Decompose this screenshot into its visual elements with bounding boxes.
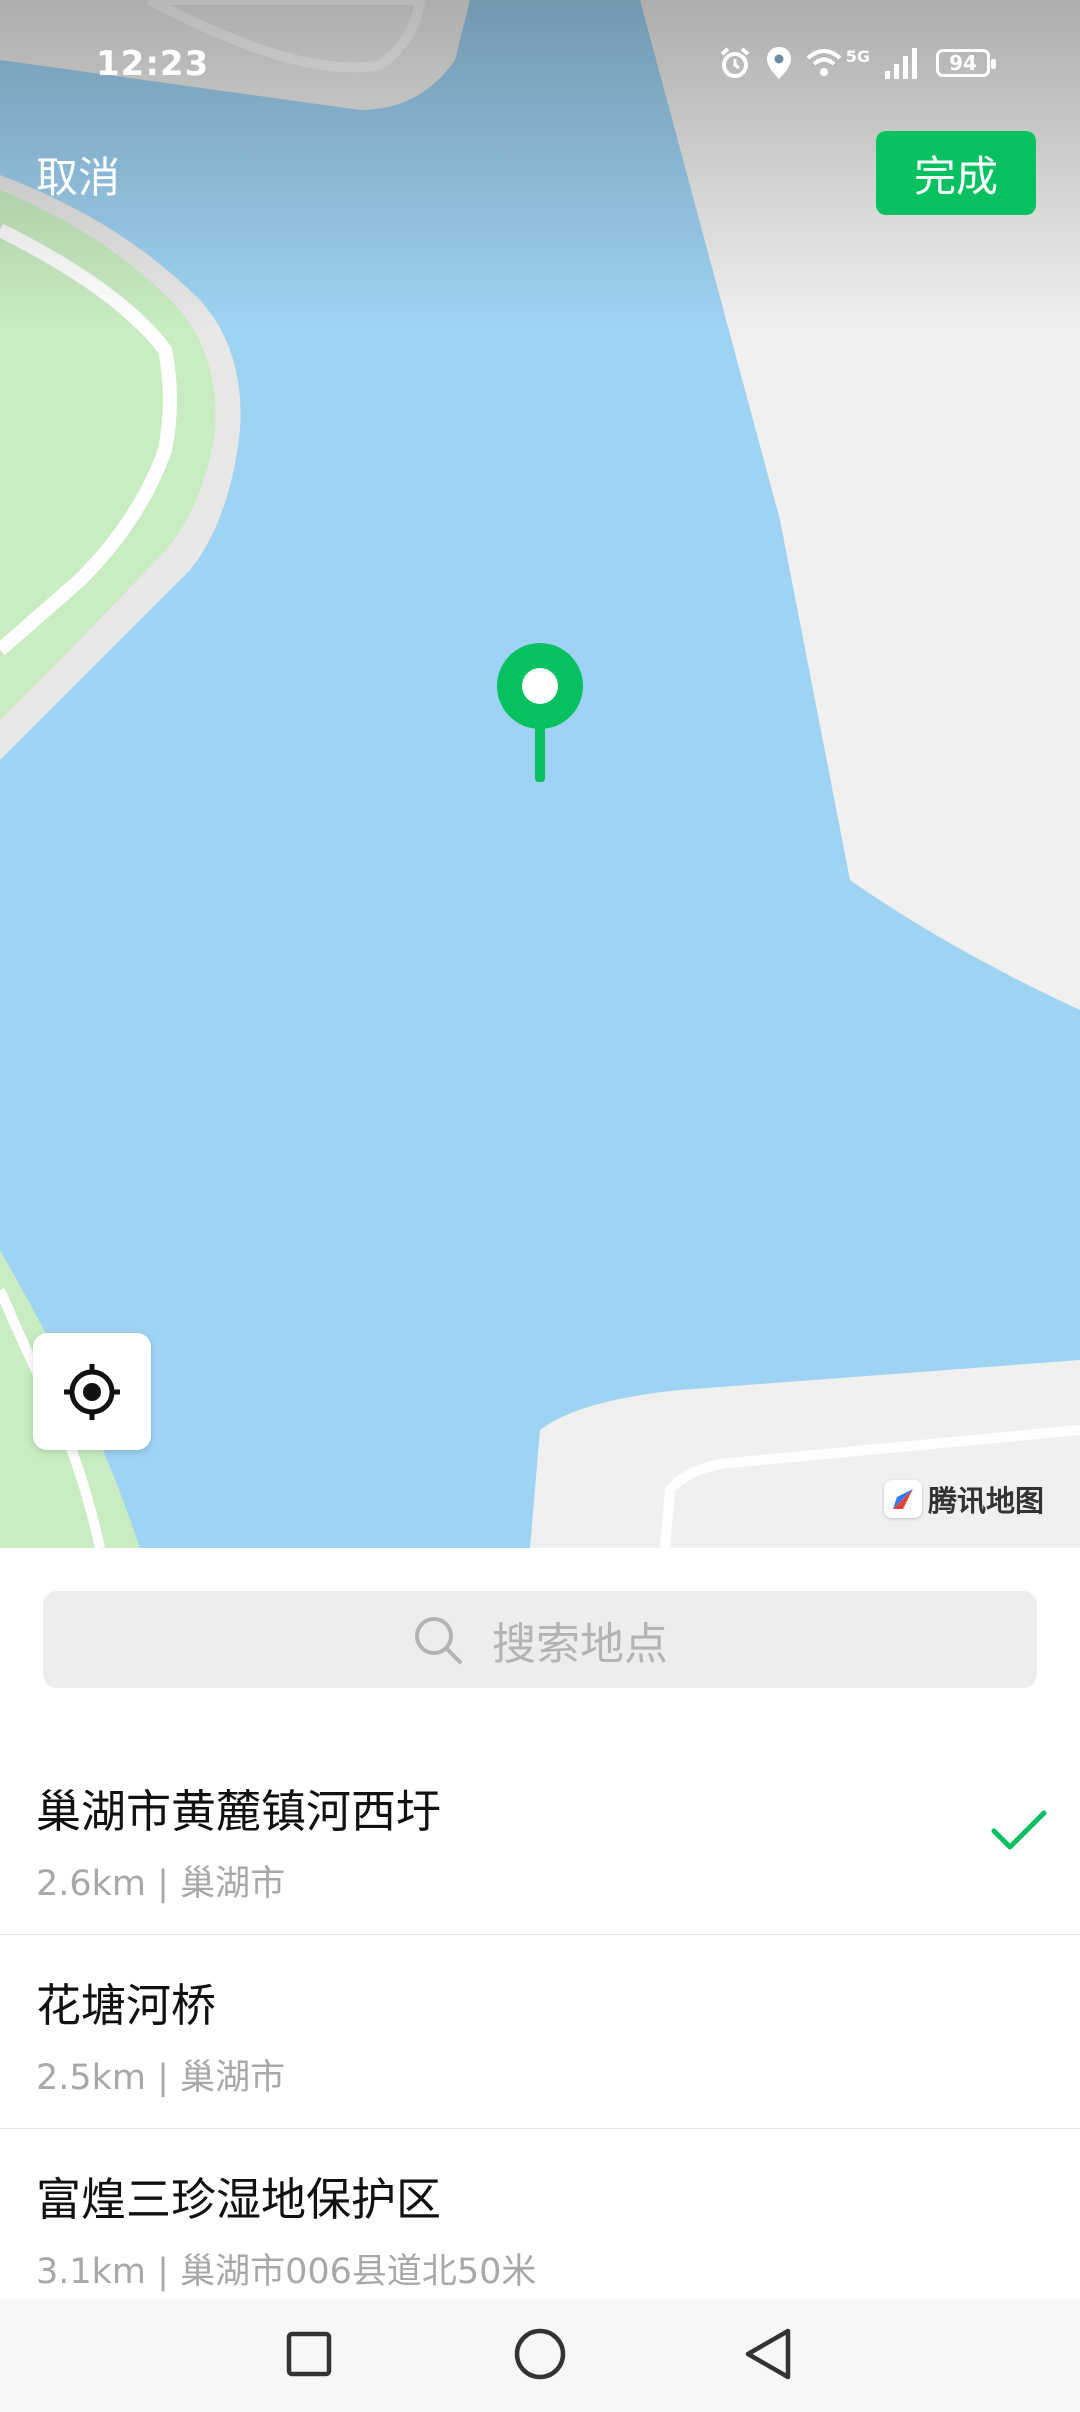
status-icons: 5G 94 [718, 46, 996, 80]
battery-icon: 94 [936, 49, 996, 77]
location-name: 花塘河桥 [36, 1979, 217, 2032]
location-pin-icon [497, 643, 583, 782]
system-nav-bar [0, 2299, 1080, 2412]
status-time: 12:23 [96, 44, 210, 84]
search-box[interactable]: 搜索地点 [43, 1591, 1037, 1688]
back-icon[interactable] [742, 2325, 794, 2383]
alarm-icon [720, 47, 750, 78]
list-item[interactable]: 富煌三珍湿地保护区 3.1km | 巢湖市006县道北50米 [0, 2129, 1080, 2322]
location-results-list: 巢湖市黄麓镇河西圩 2.6km | 巢湖市 花塘河桥 2.5km | 巢湖市 富… [0, 1741, 1080, 2322]
search-placeholder: 搜索地点 [492, 1618, 668, 1670]
search-icon [415, 1616, 462, 1664]
signal-icon [885, 48, 917, 79]
map-provider-logo: 腾讯地图 [884, 1478, 1044, 1520]
recent-apps-icon[interactable] [284, 2325, 334, 2383]
cancel-button[interactable]: 取消 [36, 144, 120, 205]
battery-level: 94 [949, 51, 977, 75]
location-detail: 2.6km | 巢湖市 [36, 1864, 286, 1904]
wifi-icon [806, 49, 842, 76]
location-detail: 3.1km | 巢湖市006县道北50米 [36, 2252, 537, 2292]
done-button[interactable]: 完成 [876, 131, 1036, 215]
location-name: 富煌三珍湿地保护区 [36, 2173, 442, 2226]
list-item[interactable]: 花塘河桥 2.5km | 巢湖市 [0, 1935, 1080, 2129]
location-detail: 2.5km | 巢湖市 [36, 2058, 286, 2098]
my-location-button[interactable] [33, 1333, 151, 1450]
network-type: 5G [845, 46, 870, 66]
status-bar: 12:23 5G 94 [0, 0, 1080, 130]
list-item[interactable]: 巢湖市黄麓镇河西圩 2.6km | 巢湖市 [0, 1741, 1080, 1935]
home-icon[interactable] [511, 2325, 569, 2383]
map-view[interactable]: 12:23 5G 94 取消 完成 腾讯地图 [0, 0, 1080, 1548]
crosshair-icon [64, 1363, 120, 1420]
bottom-sheet: 搜索地点 巢湖市黄麓镇河西圩 2.6km | 巢湖市 花塘河桥 2.5km | … [0, 1548, 1080, 2299]
checkmark-icon [991, 1810, 1047, 1850]
location-name: 巢湖市黄麓镇河西圩 [36, 1785, 442, 1838]
tencent-map-icon [884, 1480, 922, 1518]
location-icon [766, 47, 791, 79]
map-provider-label: 腾讯地图 [928, 1484, 1045, 1518]
